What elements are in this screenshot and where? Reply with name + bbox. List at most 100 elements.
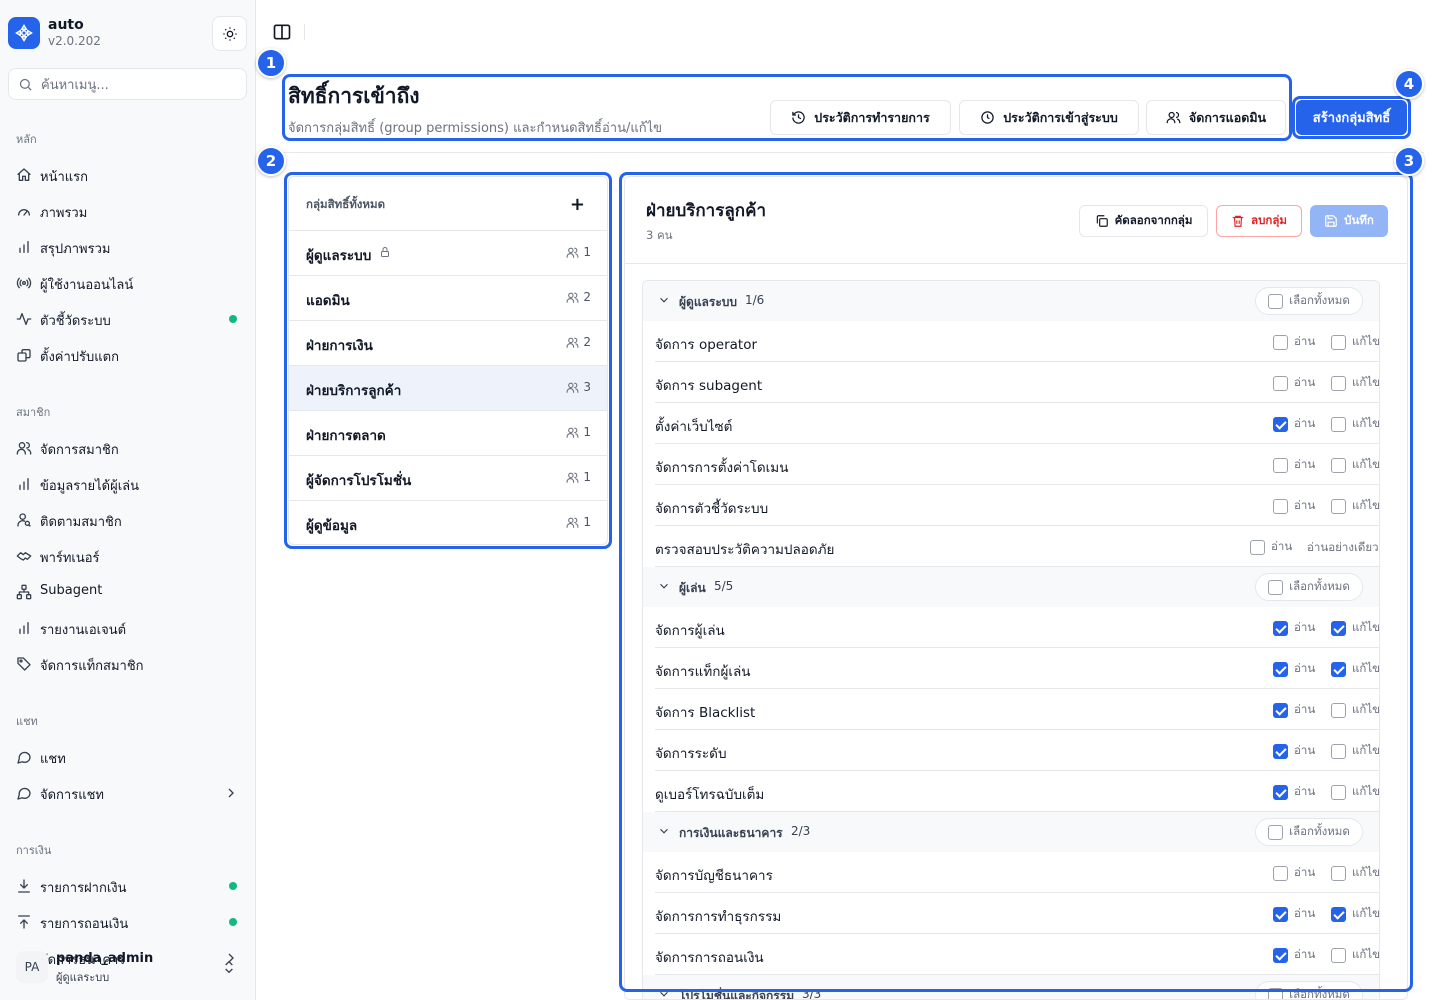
read-checkbox[interactable]	[1273, 416, 1288, 432]
create-group-button[interactable]: สร้างกลุ่มสิทธิ์	[1296, 100, 1407, 135]
group-row[interactable]: แอดมิน 2	[289, 276, 607, 321]
sidebar-item[interactable]: ผู้ใช้งานออนไลน์	[8, 267, 247, 299]
sidebar-item[interactable]: จัดการสมาชิก	[8, 432, 247, 464]
read-toggle[interactable]: อ่าน	[1273, 374, 1315, 392]
transaction-history-button[interactable]: ประวัติการทำรายการ	[770, 100, 951, 135]
select-all-checkbox[interactable]	[1268, 579, 1284, 595]
edit-toggle[interactable]: แก้ไข	[1331, 333, 1379, 351]
edit-checkbox[interactable]	[1331, 498, 1346, 514]
edit-toggle[interactable]: แก้ไข	[1331, 905, 1379, 923]
delete-group-button[interactable]: ลบกลุ่ม	[1216, 205, 1302, 237]
edit-checkbox[interactable]	[1331, 334, 1346, 350]
edit-toggle[interactable]: แก้ไข	[1331, 660, 1379, 678]
login-history-button[interactable]: ประวัติการเข้าสู่ระบบ	[959, 100, 1139, 135]
edit-checkbox[interactable]	[1331, 416, 1346, 432]
read-toggle[interactable]: อ่าน	[1273, 946, 1315, 964]
select-all-checkbox[interactable]	[1268, 824, 1284, 840]
read-toggle[interactable]: อ่าน	[1273, 415, 1315, 433]
sidebar-item[interactable]: จัดการแชท	[8, 777, 247, 809]
permission-section-header[interactable]: ผู้เล่น 5/5 เลือกทั้งหมด	[643, 567, 1379, 607]
read-toggle[interactable]: อ่าน	[1273, 701, 1315, 719]
edit-checkbox[interactable]	[1331, 906, 1346, 922]
read-checkbox[interactable]	[1250, 539, 1265, 555]
edit-checkbox[interactable]	[1331, 702, 1346, 718]
permission-section-header[interactable]: การเงินและธนาคาร 2/3 เลือกทั้งหมด	[643, 812, 1379, 852]
edit-toggle[interactable]: แก้ไข	[1331, 783, 1379, 801]
sidebar-item[interactable]: ติดตามสมาชิก	[8, 504, 247, 536]
select-all-button[interactable]: เลือกทั้งหมด	[1255, 573, 1363, 601]
edit-checkbox[interactable]	[1331, 620, 1346, 636]
edit-toggle[interactable]: แก้ไข	[1331, 742, 1379, 760]
group-row[interactable]: ฝ่ายบริการลูกค้า 3	[289, 366, 607, 411]
edit-checkbox[interactable]	[1331, 375, 1346, 391]
edit-toggle[interactable]: แก้ไข	[1331, 619, 1379, 637]
sidebar-item[interactable]: รายการถอนเงิน	[8, 906, 247, 938]
read-checkbox[interactable]	[1273, 498, 1288, 514]
read-toggle[interactable]: อ่าน	[1273, 905, 1315, 923]
sidebar-item[interactable]: หน้าแรก	[8, 159, 247, 191]
read-checkbox[interactable]	[1273, 784, 1288, 800]
sidebar-item[interactable]: รายงานเอเจนต์	[8, 612, 247, 644]
edit-toggle[interactable]: แก้ไข	[1331, 456, 1379, 474]
sidebar-item[interactable]: สรุปภาพรวม	[8, 231, 247, 263]
read-toggle[interactable]: อ่าน	[1273, 456, 1315, 474]
sidebar-item[interactable]: แชท	[8, 741, 247, 773]
menu-search-input[interactable]	[41, 74, 241, 96]
read-checkbox[interactable]	[1273, 947, 1288, 963]
edit-checkbox[interactable]	[1331, 784, 1346, 800]
permission-section-header[interactable]: ผู้ดูแลระบบ 1/6 เลือกทั้งหมด	[643, 281, 1379, 321]
edit-toggle[interactable]: แก้ไข	[1331, 701, 1379, 719]
read-checkbox[interactable]	[1273, 375, 1288, 391]
edit-toggle[interactable]: แก้ไข	[1331, 497, 1379, 515]
copy-from-group-button[interactable]: คัดลอกจากกลุ่ม	[1079, 205, 1208, 237]
read-checkbox[interactable]	[1273, 702, 1288, 718]
read-checkbox[interactable]	[1273, 743, 1288, 759]
select-all-checkbox[interactable]	[1268, 987, 1284, 999]
read-checkbox[interactable]	[1273, 906, 1288, 922]
permission-section-header[interactable]: โปรโมชั่นและกิจกรรม 3/3 เลือกทั้งหมด	[643, 975, 1379, 999]
group-row[interactable]: ผู้ดูแลระบบ 1	[289, 231, 607, 276]
group-row[interactable]: ผู้ดูข้อมูล 1	[289, 501, 607, 544]
select-all-button[interactable]: เลือกทั้งหมด	[1255, 981, 1363, 999]
read-toggle[interactable]: อ่าน	[1273, 497, 1315, 515]
read-toggle[interactable]: อ่าน	[1273, 660, 1315, 678]
sidebar-item[interactable]: พาร์ทเนอร์	[8, 540, 247, 572]
sidebar-item[interactable]: ตัวชี้วัดระบบ	[8, 303, 247, 335]
add-group-button[interactable]: +	[570, 194, 585, 215]
read-toggle[interactable]: อ่าน	[1273, 333, 1315, 351]
edit-checkbox[interactable]	[1331, 661, 1346, 677]
edit-checkbox[interactable]	[1331, 947, 1346, 963]
edit-toggle[interactable]: แก้ไข	[1331, 946, 1379, 964]
sidebar-item[interactable]: รายการฝากเงิน	[8, 870, 247, 902]
sidebar-item[interactable]: ข้อมูลรายได้ผู้เล่น	[8, 468, 247, 500]
read-checkbox[interactable]	[1273, 661, 1288, 677]
edit-checkbox[interactable]	[1331, 743, 1346, 759]
select-all-button[interactable]: เลือกทั้งหมด	[1255, 287, 1363, 315]
select-all-button[interactable]: เลือกทั้งหมด	[1255, 818, 1363, 846]
save-button[interactable]: บันทึก	[1310, 205, 1388, 237]
read-toggle[interactable]: อ่าน	[1273, 742, 1315, 760]
group-row[interactable]: ฝ่ายการเงิน 2	[289, 321, 607, 366]
theme-toggle-button[interactable]	[212, 16, 247, 51]
sidebar-item[interactable]: ภาพรวม	[8, 195, 247, 227]
edit-toggle[interactable]: แก้ไข	[1331, 415, 1379, 433]
sidebar-item[interactable]: ตั้งค่าปรับแตก	[8, 339, 247, 371]
sidebar-item[interactable]: Subagent	[8, 576, 247, 608]
edit-toggle[interactable]: แก้ไข	[1331, 864, 1379, 882]
select-all-checkbox[interactable]	[1268, 293, 1284, 309]
read-checkbox[interactable]	[1273, 334, 1288, 350]
edit-checkbox[interactable]	[1331, 457, 1346, 473]
read-toggle[interactable]: อ่าน	[1273, 783, 1315, 801]
sidebar-item[interactable]: จัดการแท็กสมาชิก	[8, 648, 247, 680]
read-checkbox[interactable]	[1273, 457, 1288, 473]
read-toggle[interactable]: อ่าน	[1273, 619, 1315, 637]
group-row[interactable]: ฝ่ายการตลาด 1	[289, 411, 607, 456]
read-toggle[interactable]: อ่าน	[1250, 538, 1292, 556]
edit-toggle[interactable]: แก้ไข	[1331, 374, 1379, 392]
manage-admin-button[interactable]: จัดการแอดมิน	[1146, 100, 1286, 135]
read-toggle[interactable]: อ่าน	[1273, 864, 1315, 882]
sidebar-toggle-icon[interactable]	[272, 22, 292, 42]
edit-checkbox[interactable]	[1331, 865, 1346, 881]
group-row[interactable]: ผู้จัดการโปรโมชั่น 1	[289, 456, 607, 501]
read-checkbox[interactable]	[1273, 865, 1288, 881]
